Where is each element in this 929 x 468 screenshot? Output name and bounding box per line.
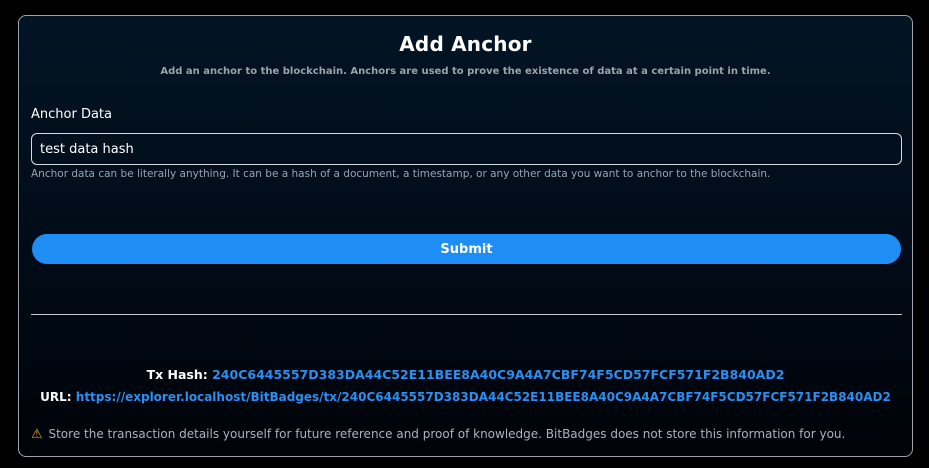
anchor-data-input[interactable] (31, 133, 902, 165)
submit-button[interactable]: Submit (32, 234, 901, 264)
tx-hash-line: Tx Hash: 240C6445557D383DA44C52E11BEE8A4… (19, 367, 912, 382)
anchor-data-label: Anchor Data (31, 107, 112, 122)
tx-url-label: URL: (40, 390, 72, 404)
tx-hash-label: Tx Hash: (146, 367, 208, 382)
tx-hash-link[interactable]: 240C6445557D383DA44C52E11BEE8A40C9A4A7CB… (212, 367, 784, 382)
warning-icon: ⚠ (31, 427, 43, 442)
add-anchor-card: Add Anchor Add an anchor to the blockcha… (18, 15, 913, 457)
warning-text: Store the transaction details yourself f… (48, 427, 846, 441)
page-title: Add Anchor (399, 32, 532, 56)
tx-url-link[interactable]: https://explorer.localhost/BitBadges/tx/… (76, 390, 891, 404)
tx-url-line: URL: https://explorer.localhost/BitBadge… (19, 390, 912, 404)
page-subtitle: Add an anchor to the blockchain. Anchors… (160, 66, 771, 77)
warning-note: ⚠ Store the transaction details yourself… (31, 427, 845, 442)
anchor-data-help: Anchor data can be literally anything. I… (31, 168, 771, 180)
divider (31, 314, 902, 315)
